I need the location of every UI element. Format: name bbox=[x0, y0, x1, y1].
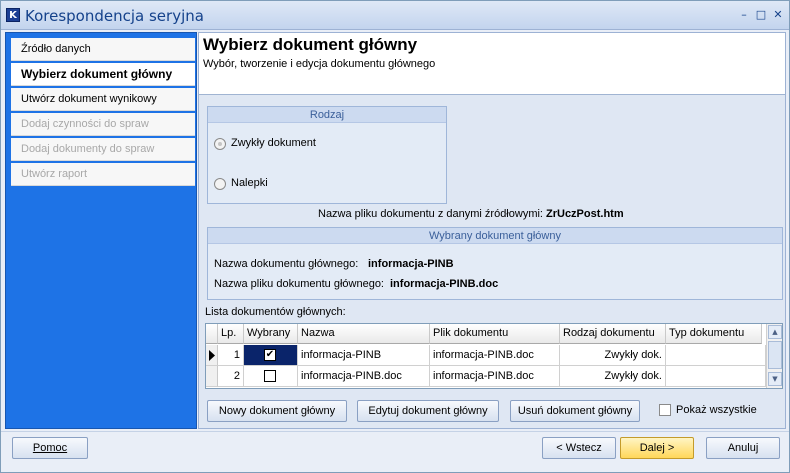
selected-document-title: Wybrany dokument główny bbox=[208, 228, 782, 244]
radio-nalepki[interactable] bbox=[214, 178, 226, 190]
table-cell-rodzaj[interactable]: Zwykły dok. bbox=[560, 366, 666, 387]
current-row-arrow-icon bbox=[209, 350, 215, 361]
document-name-label: Nazwa dokumentu głównego: bbox=[214, 258, 359, 270]
row-selector-current[interactable] bbox=[206, 345, 218, 366]
table-cell-rodzaj[interactable]: Zwykły dok. bbox=[560, 345, 666, 366]
help-button-label: Pomoc bbox=[32, 442, 68, 454]
radio-nalepki-label[interactable]: Nalepki bbox=[231, 177, 268, 189]
table-cell-lp[interactable]: 1 bbox=[218, 345, 244, 366]
row-header-corner bbox=[206, 324, 218, 344]
title-bar[interactable]: K Korespondencja seryjna – □ ✕ bbox=[1, 1, 789, 30]
scroll-up-icon[interactable]: ▲ bbox=[768, 325, 782, 339]
app-k-icon: K bbox=[6, 8, 20, 22]
back-button[interactable]: < Wstecz bbox=[542, 437, 616, 459]
maximize-icon[interactable]: □ bbox=[753, 7, 769, 23]
table-cell-plik[interactable]: informacja-PINB.doc bbox=[430, 366, 560, 387]
delete-document-button[interactable]: Usuń dokument główny bbox=[510, 400, 640, 422]
close-icon[interactable]: ✕ bbox=[770, 7, 786, 23]
wizard-window: K Korespondencja seryjna – □ ✕ Źródło da… bbox=[0, 0, 790, 473]
table-cell-wybrany[interactable] bbox=[244, 366, 298, 387]
table-cell-plik[interactable]: informacja-PINB.doc bbox=[430, 345, 560, 366]
radio-zwykly-dokument[interactable] bbox=[214, 138, 226, 150]
edit-document-button[interactable]: Edytuj dokument główny bbox=[357, 400, 499, 422]
column-header-typ[interactable]: Typ dokumentu bbox=[666, 324, 762, 344]
footer-separator bbox=[1, 431, 789, 432]
step-wybierz-dokument[interactable]: Wybierz dokument główny bbox=[11, 63, 195, 86]
minimize-icon[interactable]: – bbox=[736, 7, 752, 23]
radio-zwykly-label[interactable]: Zwykły dokument bbox=[231, 137, 316, 149]
documents-list-label: Lista dokumentów głównych: bbox=[205, 306, 346, 318]
help-button[interactable]: Pomoc bbox=[12, 437, 88, 459]
column-header-wybrany[interactable]: Wybrany bbox=[244, 324, 298, 344]
step-dodaj-czynnosci: Dodaj czynności do spraw bbox=[11, 113, 195, 136]
scroll-thumb[interactable] bbox=[768, 341, 782, 369]
table-cell-typ[interactable] bbox=[666, 366, 766, 387]
column-header-lp[interactable]: Lp. bbox=[218, 324, 244, 344]
table-cell-wybrany[interactable]: ✔ bbox=[244, 345, 298, 366]
document-file-label: Nazwa pliku dokumentu głównego: bbox=[214, 278, 384, 290]
rodzaj-title: Rodzaj bbox=[208, 107, 446, 123]
source-file-label: Nazwa pliku dokumentu z danymi źródłowym… bbox=[318, 208, 543, 220]
column-header-plik[interactable]: Plik dokumentu bbox=[430, 324, 560, 344]
row-selector[interactable] bbox=[206, 366, 218, 387]
main-panel: Wybierz dokument główny Wybór, tworzenie… bbox=[198, 32, 786, 429]
wizard-steps-sidebar: Źródło danych Wybierz dokument główny Ut… bbox=[5, 32, 197, 429]
cancel-button[interactable]: Anuluj bbox=[706, 437, 780, 459]
column-header-nazwa[interactable]: Nazwa bbox=[298, 324, 430, 344]
step-utworz-dokument-wynikowy[interactable]: Utwórz dokument wynikowy bbox=[11, 88, 195, 111]
row-checkbox-unchecked[interactable] bbox=[264, 370, 276, 382]
step-zrodlo-danych[interactable]: Źródło danych bbox=[11, 38, 195, 61]
scroll-down-icon[interactable]: ▼ bbox=[768, 372, 782, 386]
next-button[interactable]: Dalej > bbox=[620, 437, 694, 459]
page-subtitle: Wybór, tworzenie i edycja dokumentu głów… bbox=[203, 58, 436, 70]
documents-table: Lp. Wybrany Nazwa Plik dokumentu Rodzaj … bbox=[205, 323, 783, 389]
table-cell-lp[interactable]: 2 bbox=[218, 366, 244, 387]
document-name-value: informacja-PINB bbox=[368, 258, 454, 270]
selected-document-group: Wybrany dokument główny Nazwa dokumentu … bbox=[207, 227, 783, 300]
document-file-value: informacja-PINB.doc bbox=[390, 278, 499, 290]
show-all-label[interactable]: Pokaż wszystkie bbox=[676, 404, 757, 416]
source-file-value: ZrUczPost.htm bbox=[546, 208, 624, 220]
show-all-checkbox[interactable] bbox=[659, 404, 671, 416]
page-title: Wybierz dokument główny bbox=[203, 35, 418, 54]
rodzaj-group: Rodzaj Zwykły dokument Nalepki bbox=[207, 106, 447, 204]
row-checkbox-checked[interactable]: ✔ bbox=[264, 349, 276, 361]
table-cell-nazwa[interactable]: informacja-PINB.doc bbox=[298, 366, 430, 387]
window-title: Korespondencja seryjna bbox=[25, 7, 204, 25]
table-cell-nazwa[interactable]: informacja-PINB bbox=[298, 345, 430, 366]
table-scrollbar[interactable]: ▲ ▼ bbox=[766, 324, 782, 388]
table-cell-typ[interactable] bbox=[666, 345, 766, 366]
step-dodaj-dokumenty: Dodaj dokumenty do spraw bbox=[11, 138, 195, 161]
step-utworz-raport: Utwórz raport bbox=[11, 163, 195, 186]
page-header: Wybierz dokument główny Wybór, tworzenie… bbox=[199, 33, 785, 95]
column-header-rodzaj[interactable]: Rodzaj dokumentu bbox=[560, 324, 666, 344]
new-document-button[interactable]: Nowy dokument główny bbox=[207, 400, 347, 422]
